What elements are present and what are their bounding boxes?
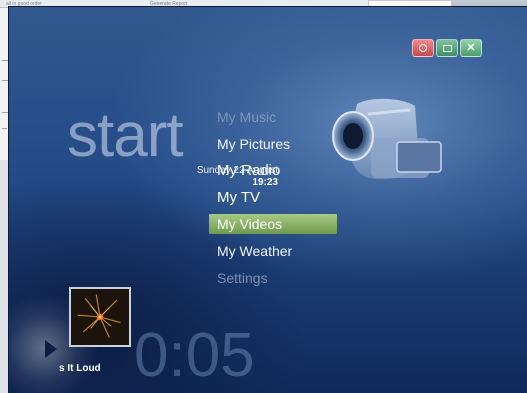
record-icon xyxy=(419,44,427,52)
play-icon[interactable] xyxy=(45,340,57,358)
media-center-window: ✕ start Sunday 22 August 19:23 My Music … xyxy=(8,6,527,393)
maximize-button[interactable] xyxy=(436,39,458,57)
visualizer-icon xyxy=(72,289,128,345)
elapsed-time: 0:05 xyxy=(134,321,255,390)
camcorder-icon xyxy=(332,98,442,180)
menu-item-my-videos[interactable]: My Videos xyxy=(209,214,337,234)
menu-item-settings[interactable]: Settings xyxy=(209,268,268,288)
start-title: start xyxy=(67,101,184,170)
background-text-line xyxy=(2,128,7,129)
menu-item-my-radio[interactable]: My Radio xyxy=(209,161,280,181)
menu-item-my-tv[interactable]: My TV xyxy=(209,188,260,208)
record-button[interactable] xyxy=(412,39,434,57)
album-art[interactable] xyxy=(69,287,131,347)
close-button[interactable]: ✕ xyxy=(460,39,482,57)
menu-item-my-pictures[interactable]: My Pictures xyxy=(209,134,290,154)
maximize-icon xyxy=(442,44,452,52)
menu-item-my-weather[interactable]: My Weather xyxy=(209,241,292,261)
menu-item-my-music[interactable]: My Music xyxy=(209,107,276,127)
close-icon: ✕ xyxy=(466,41,476,54)
now-playing-track: s It Loud xyxy=(59,363,101,374)
